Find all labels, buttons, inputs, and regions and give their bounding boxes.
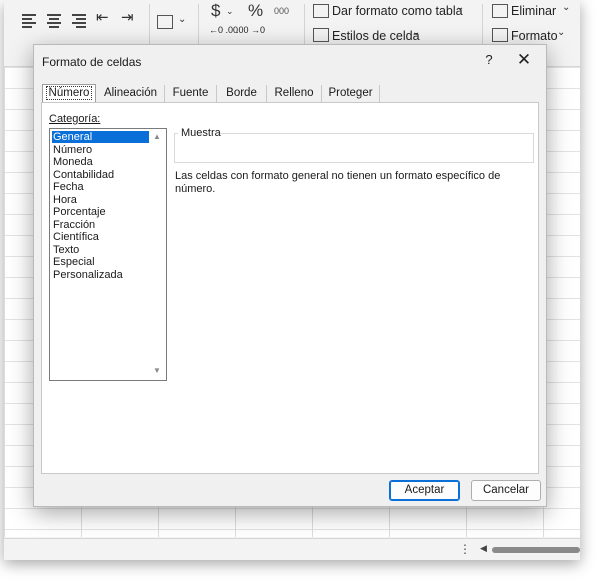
dialog-title: Formato de celdas [42,55,142,69]
chevron-down-icon[interactable]: ⌄ [456,2,464,13]
decrease-indent-icon[interactable]: ⇤ [96,8,109,26]
category-item-moneda[interactable]: Moneda [52,156,149,168]
category-item-fecha[interactable]: Fecha [52,181,149,193]
category-item-fraccion[interactable]: Fracción [52,219,149,231]
tab-relleno[interactable]: Relleno [267,85,322,102]
category-description: Las celdas con formato general no tienen… [175,170,501,195]
table-format-icon[interactable] [313,4,329,18]
number-tab-panel: Categoría: General Número Moneda Contabi… [41,102,539,474]
category-item-especial[interactable]: Especial [52,256,149,268]
increase-decimal-button[interactable]: ←0 .00 [209,26,238,35]
currency-icon[interactable]: $ [211,1,220,21]
format-cells-dialog: Formato de celdas ? ✕ Número Alineación … [33,44,547,507]
align-left-icon[interactable] [22,14,38,28]
cell-styles-button[interactable]: Estilos de celda [332,29,420,43]
category-item-personalizada[interactable]: Personalizada [52,269,149,281]
sample-group [174,133,534,163]
more-options-icon[interactable]: ⋮ [459,542,471,556]
status-bar: ⋮ ◀ [4,538,580,560]
chevron-down-icon[interactable]: ⌄ [178,14,186,25]
category-item-cientifica[interactable]: Científica [52,231,149,243]
format-cells-icon[interactable] [492,28,508,42]
thousands-separator-button[interactable]: 000 [274,6,289,16]
align-center-icon[interactable] [47,14,63,28]
help-button[interactable]: ? [478,50,500,70]
chevron-down-icon[interactable]: ⌄ [557,27,565,38]
delete-button[interactable]: Eliminar [511,4,556,18]
cell-styles-icon[interactable] [313,28,329,42]
category-item-texto[interactable]: Texto [52,244,149,256]
category-label: Categoría: [49,113,101,125]
format-as-table-button[interactable]: Dar formato como tabla [332,4,463,18]
scroll-left-icon[interactable]: ◀ [480,543,487,554]
tab-borde[interactable]: Borde [217,85,267,102]
category-item-porcentaje[interactable]: Porcentaje [52,206,149,218]
scroll-down-icon[interactable]: ▼ [153,366,161,375]
increase-indent-icon[interactable]: ⇥ [121,8,134,26]
ok-button[interactable]: Aceptar [389,480,460,501]
category-item-contabilidad[interactable]: Contabilidad [52,169,149,181]
chevron-down-icon[interactable]: ⌄ [562,2,570,13]
chevron-down-icon[interactable]: ⌄ [412,27,420,38]
scroll-up-icon[interactable]: ▲ [153,132,161,141]
percent-icon[interactable]: % [248,1,263,21]
tab-proteger[interactable]: Proteger [322,85,380,102]
delete-cells-icon[interactable] [492,4,508,18]
tab-numero[interactable]: Número [42,84,96,103]
category-item-general[interactable]: General [52,131,149,143]
decrease-decimal-button[interactable]: .00 →0 [236,26,265,35]
tab-alineacion[interactable]: Alineación [97,85,165,102]
tab-label: Número [45,86,93,100]
align-right-icon[interactable] [72,14,88,28]
category-item-numero[interactable]: Número [52,144,149,156]
horizontal-scrollbar[interactable] [492,547,580,553]
chevron-down-icon[interactable]: ⌄ [226,6,234,17]
close-button[interactable]: ✕ [512,49,536,71]
sample-label: Muestra [181,127,221,139]
cancel-button[interactable]: Cancelar [471,480,541,501]
category-listbox[interactable]: General Número Moneda Contabilidad Fecha… [49,128,167,381]
merge-cells-icon[interactable] [157,15,173,29]
tab-fuente[interactable]: Fuente [165,85,217,102]
format-button[interactable]: Formato [511,29,558,43]
category-item-hora[interactable]: Hora [52,194,149,206]
listbox-scrollbar[interactable]: ▲ ▼ [149,129,166,380]
